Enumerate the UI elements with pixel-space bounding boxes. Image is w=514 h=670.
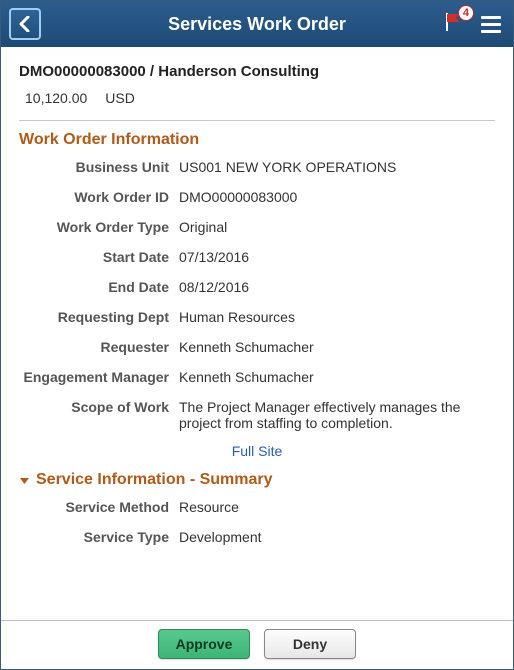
page-title: Services Work Order	[1, 14, 513, 35]
label-requesting-dept: Requesting Dept	[19, 309, 169, 325]
value-end-date: 08/12/2016	[179, 279, 495, 295]
menu-button[interactable]	[477, 12, 505, 37]
service-info-fields: Service Method Resource Service Type Dev…	[19, 499, 495, 545]
collapse-triangle-icon	[19, 475, 30, 486]
back-chevron-icon	[18, 16, 32, 32]
amount-value: 10,120.00	[25, 90, 87, 106]
section-title-work-order-info: Work Order Information	[19, 131, 495, 149]
content-wrap: DMO00000083000 / Handerson Consulting 10…	[1, 47, 513, 620]
label-start-date: Start Date	[19, 249, 169, 265]
label-business-unit: Business Unit	[19, 159, 169, 175]
content-scroll[interactable]: DMO00000083000 / Handerson Consulting 10…	[1, 47, 513, 620]
back-button[interactable]	[9, 8, 41, 40]
label-service-method: Service Method	[19, 499, 169, 515]
label-end-date: End Date	[19, 279, 169, 295]
footer-actions: Approve Deny	[1, 620, 513, 669]
value-service-type: Development	[179, 529, 495, 545]
label-scope-of-work: Scope of Work	[19, 399, 169, 431]
value-requesting-dept: Human Resources	[179, 309, 495, 325]
label-requester: Requester	[19, 339, 169, 355]
work-order-fields: Business Unit US001 NEW YORK OPERATIONS …	[19, 159, 495, 431]
value-start-date: 07/13/2016	[179, 249, 495, 265]
label-service-type: Service Type	[19, 529, 169, 545]
app-frame: Services Work Order 4 DMO00000083000 / H…	[0, 0, 514, 670]
section-title-service-info[interactable]: Service Information - Summary	[19, 471, 495, 489]
value-service-method: Resource	[179, 499, 495, 515]
value-engagement-manager: Kenneth Schumacher	[179, 369, 495, 385]
value-business-unit: US001 NEW YORK OPERATIONS	[179, 159, 495, 175]
amount-row: 10,120.00 USD	[19, 90, 495, 106]
document-title: DMO00000083000 / Handerson Consulting	[19, 63, 495, 80]
header-right-controls: 4	[443, 11, 505, 38]
notifications-button[interactable]: 4	[443, 11, 465, 38]
value-work-order-type: Original	[179, 219, 495, 235]
full-site-link[interactable]: Full Site	[19, 443, 495, 459]
label-engagement-manager: Engagement Manager	[19, 369, 169, 385]
value-scope-of-work: The Project Manager effectively manages …	[179, 399, 495, 431]
label-work-order-type: Work Order Type	[19, 219, 169, 235]
notification-badge: 4	[458, 5, 474, 21]
hamburger-line-icon	[481, 30, 501, 33]
hamburger-line-icon	[481, 16, 501, 19]
deny-button[interactable]: Deny	[264, 629, 356, 659]
amount-currency: USD	[105, 90, 135, 106]
divider	[19, 120, 495, 121]
value-work-order-id: DMO00000083000	[179, 189, 495, 205]
hamburger-line-icon	[481, 23, 501, 26]
section-title-service-info-text: Service Information - Summary	[36, 471, 273, 489]
value-requester: Kenneth Schumacher	[179, 339, 495, 355]
app-header: Services Work Order 4	[1, 1, 513, 47]
approve-button[interactable]: Approve	[158, 629, 250, 659]
label-work-order-id: Work Order ID	[19, 189, 169, 205]
